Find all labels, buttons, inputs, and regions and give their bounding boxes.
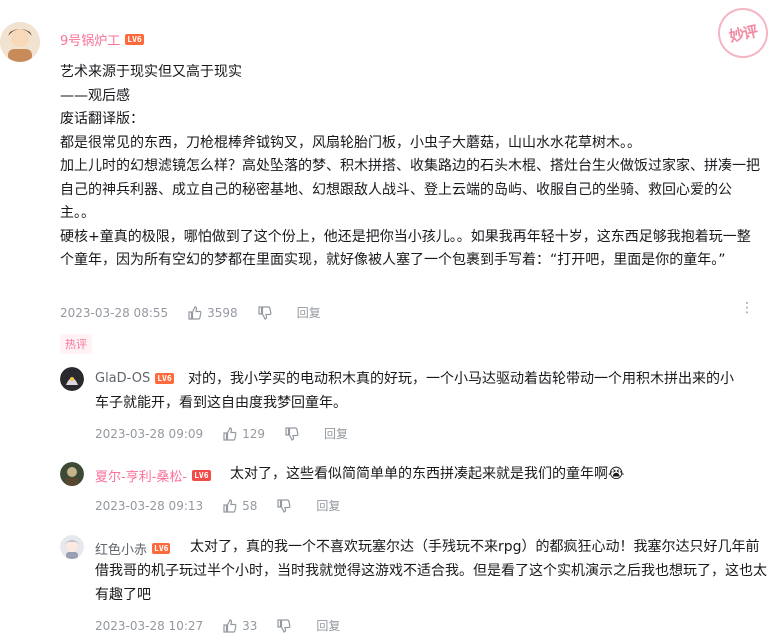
thumbs-up-icon [223, 618, 237, 633]
reply-user: 夏尔-亨利-桑松- LV6 [95, 466, 211, 485]
reply-date: 2023-03-28 09:09 [95, 426, 204, 441]
comment-date: 2023-03-28 08:55 [60, 305, 169, 320]
reply-username[interactable]: 夏尔-亨利-桑松- [95, 466, 187, 485]
reply-avatar[interactable] [60, 367, 84, 391]
thumbs-down-icon [258, 305, 272, 320]
stamp-label: 妙评 [727, 21, 759, 46]
like-button[interactable]: 129 [223, 427, 265, 441]
dislike-button[interactable] [285, 426, 304, 441]
comment-line: 硬核+童真的极限，哪怕做到了这个份上，他还是把你当小孩儿。。如果我再年轻十岁，这… [60, 228, 751, 269]
reply-button[interactable]: 回复 [297, 304, 321, 321]
dislike-button[interactable] [258, 305, 277, 320]
reply-text: 太对了，真的我一个不喜欢玩塞尔达（手残玩不来rpg）的都疯狂心动！我塞尔达只好几… [95, 539, 767, 603]
avatar-image [60, 367, 84, 391]
comment-line: 废话翻译版： [60, 111, 144, 127]
comment-line: 加上儿时的幻想滤镜怎么样？高处坠落的梦、积木拼搭、收集路边的石头木棍、搭灶台生火… [60, 158, 760, 221]
like-count: 129 [242, 426, 266, 441]
thumbs-down-icon [277, 618, 291, 633]
reply-date: 2023-03-28 10:27 [95, 618, 204, 633]
main-comment-text: 艺术来源于现实但又高于现实 ——观后感 废话翻译版： 都是很常见的东西，刀枪棍棒… [60, 61, 760, 273]
reply-date: 2023-03-28 09:13 [95, 498, 204, 513]
avatar-image [60, 535, 84, 559]
reply-meta: 2023-03-28 09:13 58 回复 [95, 497, 360, 514]
level-badge: LV6 [192, 470, 211, 481]
featured-stamp: 妙评 [713, 3, 773, 63]
reply-button[interactable]: 回复 [324, 425, 348, 442]
reply-avatar[interactable] [60, 462, 84, 486]
reply-avatar[interactable] [60, 535, 84, 559]
main-username[interactable]: 9号锅炉工 [60, 30, 120, 49]
reply-button[interactable]: 回复 [316, 497, 340, 514]
comment-line: 艺术来源于现实但又高于现实 [60, 64, 242, 80]
dislike-button[interactable] [277, 498, 296, 513]
hot-comment-tag: 热评 [60, 334, 92, 354]
thumbs-up-icon [188, 305, 202, 320]
avatar-image [60, 462, 84, 486]
main-user: 9号锅炉工 LV6 [60, 30, 144, 49]
comment-line: ——观后感 [60, 87, 130, 104]
main-comment-meta: 2023-03-28 08:55 3598 回复 [60, 304, 341, 321]
reply-meta: 2023-03-28 10:27 33 回复 [95, 617, 360, 634]
thumbs-down-icon [285, 426, 299, 441]
like-button[interactable]: 33 [223, 619, 257, 633]
reply-text: 对的，我小学买的电动积木真的好玩，一个小马达驱动着齿轮带动一个用积木拼出来的小车… [95, 371, 734, 411]
thumbs-down-icon [277, 498, 291, 513]
reply-text: 太对了，这些看似简简单单的东西拼凑起来就是我们的童年啊😭 [230, 466, 625, 482]
like-count: 3598 [207, 305, 238, 320]
dislike-button[interactable] [277, 618, 296, 633]
reply-button[interactable]: 回复 [316, 617, 340, 634]
thumbs-up-icon [223, 426, 237, 441]
more-options-icon[interactable]: ⋮ [740, 300, 755, 316]
thumbs-up-icon [223, 498, 237, 513]
reply-meta: 2023-03-28 09:09 129 回复 [95, 425, 368, 442]
like-count: 58 [242, 498, 258, 513]
main-avatar[interactable] [0, 22, 40, 62]
like-count: 33 [242, 618, 258, 633]
comment-line: 都是很常见的东西，刀枪棍棒斧钺钩叉，风扇轮胎门板，小虫子大蘑菇，山山水水花草树木… [60, 134, 641, 151]
like-button[interactable]: 3598 [188, 306, 238, 320]
level-badge: LV6 [125, 34, 144, 45]
like-button[interactable]: 58 [223, 499, 257, 513]
avatar-image [0, 22, 40, 62]
